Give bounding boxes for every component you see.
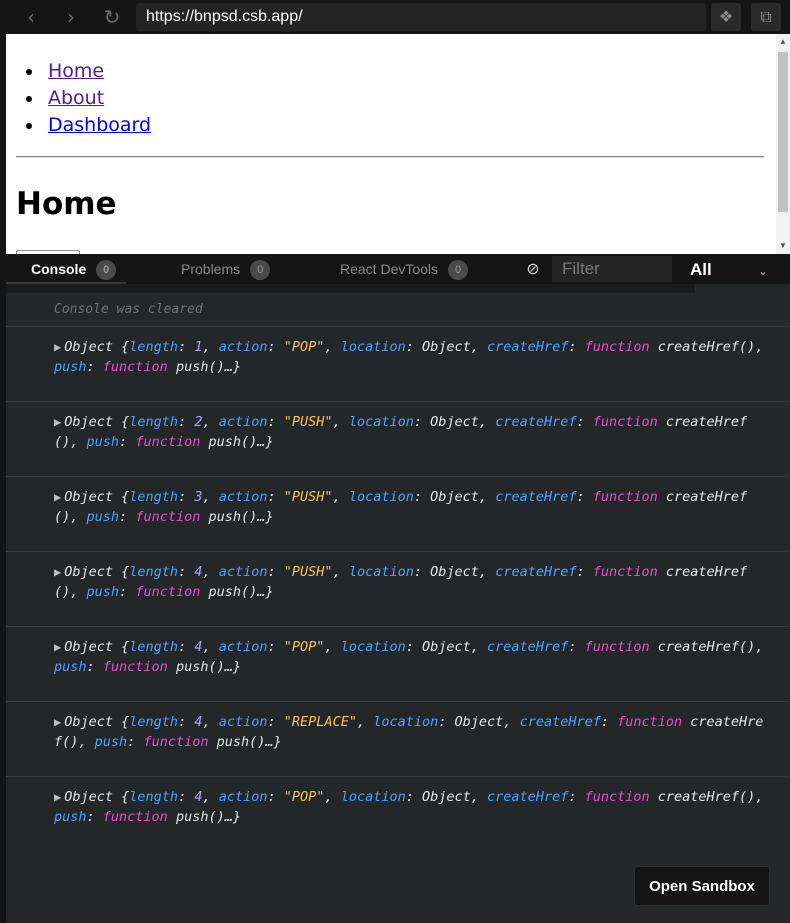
tab-console[interactable]: Console 0 xyxy=(31,254,117,284)
console-entry[interactable]: ▶ Object {length: 3, action: "PUSH", loca… xyxy=(6,476,790,551)
chevron-left-icon[interactable]: ‹ xyxy=(18,4,44,30)
list-item: Dashboard xyxy=(26,112,151,139)
console-entry[interactable]: ▶ Object {length: 4, action: "REPLACE", l… xyxy=(6,701,790,776)
console-entry-text[interactable]: ▶ Object {length: 4, action: "PUSH", loca… xyxy=(54,562,764,602)
count-badge: 0 xyxy=(250,260,271,281)
tab-problems[interactable]: Problems 0 xyxy=(181,254,271,284)
console-entry-text[interactable]: ▶ Object {length: 1, action: "POP", locat… xyxy=(54,337,764,377)
console-entry-text[interactable]: ▶ Object {length: 2, action: "PUSH", loca… xyxy=(54,412,764,452)
count-badge: 0 xyxy=(96,260,117,281)
divider xyxy=(16,156,764,158)
reload-icon[interactable]: ↻ xyxy=(99,4,125,30)
expand-triangle-icon[interactable]: ▶ xyxy=(54,715,61,729)
expand-triangle-icon[interactable]: ▶ xyxy=(54,415,61,429)
chevron-right-icon[interactable]: › xyxy=(58,4,84,30)
browser-toolbar: ‹ › ↻ https://bnpsd.csb.app/ ❖ ⧉ xyxy=(6,0,790,34)
nav-list: Home About Dashboard xyxy=(26,58,151,139)
console-entry[interactable]: ▶ Object {length: 2, action: "PUSH", loca… xyxy=(6,401,790,476)
filter-input[interactable] xyxy=(552,256,672,282)
console-entry-text[interactable]: ▶ Object {length: 4, action: "REPLACE", l… xyxy=(54,712,764,752)
scrollbar[interactable]: ▲ ▼ xyxy=(776,34,790,254)
clear-console-icon[interactable]: ⊘ xyxy=(524,260,542,278)
tab-react-devtools[interactable]: React DevTools 0 xyxy=(340,254,469,284)
expand-triangle-icon[interactable]: ▶ xyxy=(54,340,61,354)
console-entry[interactable]: ▶ Object {length: 4, action: "POP", locat… xyxy=(6,776,790,851)
console-entries: ▶ Object {length: 1, action: "POP", locat… xyxy=(6,326,790,851)
console-entry[interactable]: ▶ Object {length: 4, action: "POP", locat… xyxy=(6,626,790,701)
expand-triangle-icon[interactable]: ▶ xyxy=(54,565,61,579)
external-link-icon[interactable]: ⧉ xyxy=(751,3,781,31)
tab-label: React DevTools xyxy=(340,261,439,277)
log-level-value: All xyxy=(690,260,712,279)
tab-label: Problems xyxy=(181,261,241,277)
expand-triangle-icon[interactable]: ▶ xyxy=(54,490,61,504)
console-entry-text[interactable]: ▶ Object {length: 4, action: "POP", locat… xyxy=(54,637,764,677)
scroll-up-icon[interactable]: ▲ xyxy=(776,34,790,50)
page-title: Home xyxy=(16,186,117,222)
preview-frame: Home About Dashboard Home ▲ ▼ xyxy=(6,34,790,254)
about-link[interactable]: About xyxy=(48,87,104,109)
list-item: Home xyxy=(26,58,151,85)
console-cleared-message: Console was cleared xyxy=(54,302,203,317)
list-item: About xyxy=(26,85,151,112)
console-entry[interactable]: ▶ Object {length: 1, action: "POP", locat… xyxy=(6,326,790,401)
open-sandbox-button[interactable]: Open Sandbox xyxy=(634,866,770,906)
chevron-down-icon: ⌄ xyxy=(758,264,769,278)
console-header-strip xyxy=(6,284,695,293)
home-link[interactable]: Home xyxy=(48,60,104,82)
console-entry-text[interactable]: ▶ Object {length: 4, action: "POP", locat… xyxy=(54,787,764,827)
dashboard-link[interactable]: Dashboard xyxy=(48,114,151,136)
scrollbar-thumb[interactable] xyxy=(778,52,788,212)
codesandbox-icon[interactable]: ❖ xyxy=(711,3,741,31)
tab-label: Console xyxy=(31,261,87,277)
expand-triangle-icon[interactable]: ▶ xyxy=(54,790,61,804)
console-entry[interactable]: ▶ Object {length: 4, action: "PUSH", loca… xyxy=(6,551,790,626)
console-entry-text[interactable]: ▶ Object {length: 3, action: "PUSH", loca… xyxy=(54,487,764,527)
console-panel: Console was cleared ▶ Object {length: 1, … xyxy=(6,284,790,923)
devtools-tabbar: Console 0 Problems 0 React DevTools 0 ⊘ All… xyxy=(6,254,790,292)
count-badge: 0 xyxy=(448,260,469,281)
url-bar[interactable]: https://bnpsd.csb.app/ xyxy=(136,3,706,31)
scroll-down-icon[interactable]: ▼ xyxy=(776,238,790,254)
expand-triangle-icon[interactable]: ▶ xyxy=(54,640,61,654)
